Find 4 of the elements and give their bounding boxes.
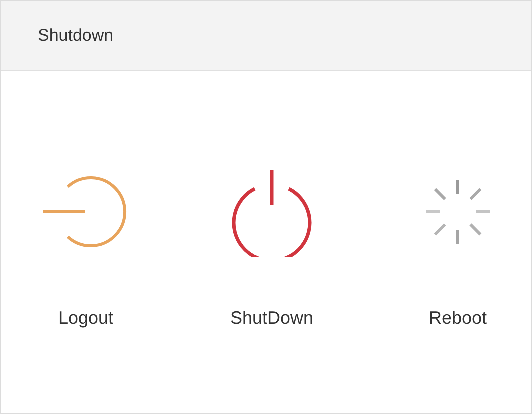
shutdown-button[interactable]: ShutDown (207, 167, 337, 332)
reboot-button[interactable]: Reboot (393, 167, 523, 332)
window-title: Shutdown (38, 24, 114, 47)
logout-button[interactable]: Logout (21, 167, 151, 332)
